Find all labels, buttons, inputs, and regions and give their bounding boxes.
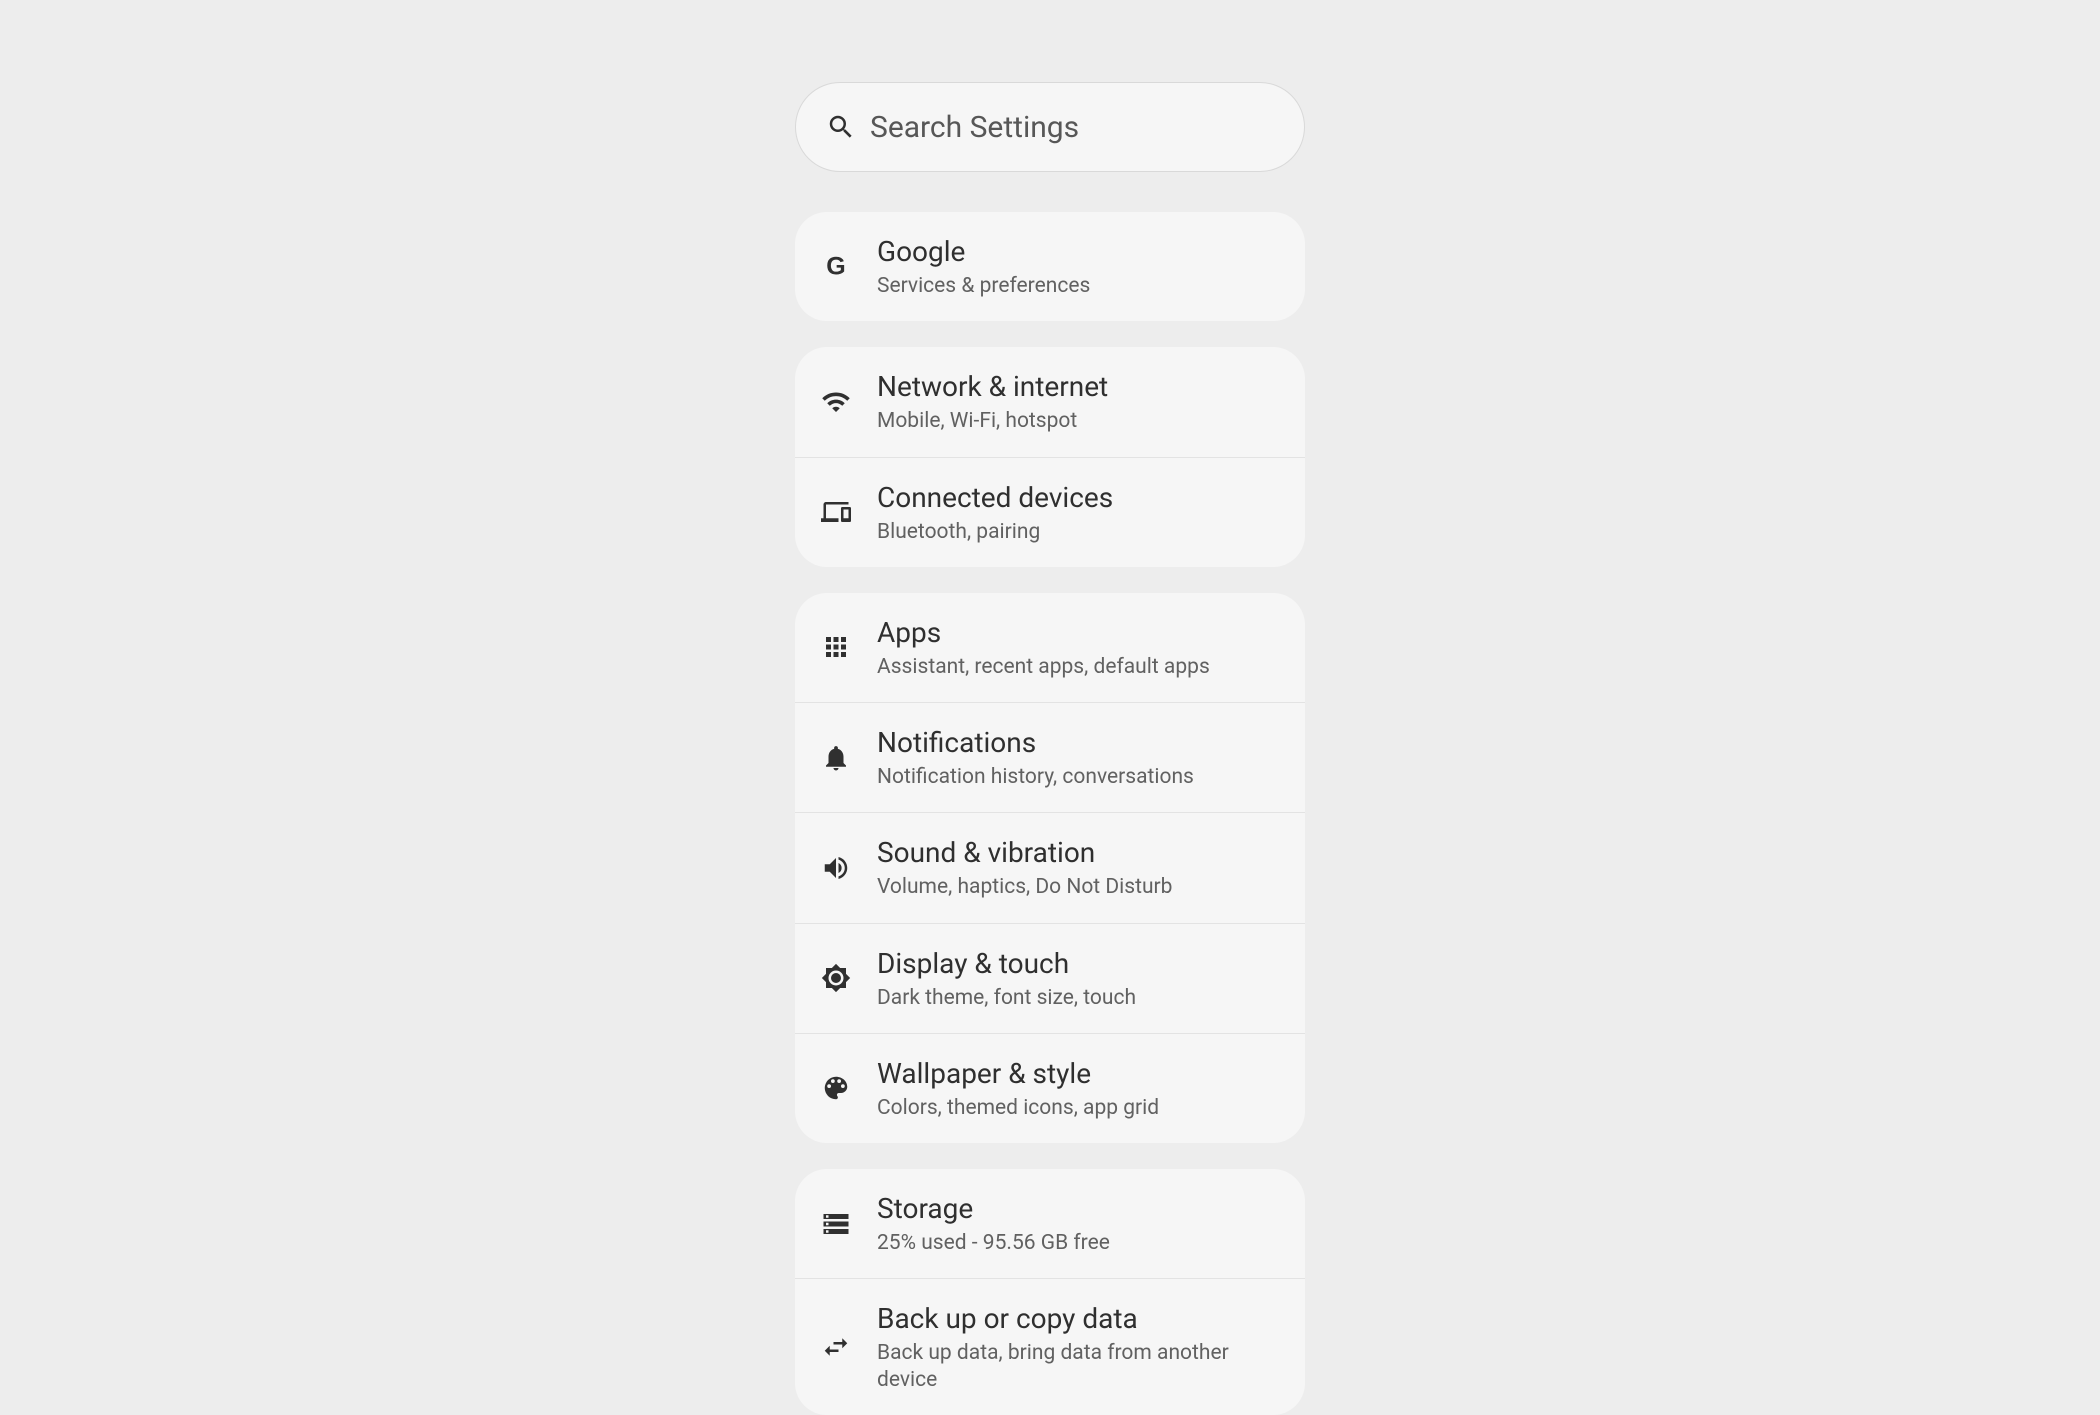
settings-row-storage[interactable]: Storage 25% used - 95.56 GB free [795,1169,1305,1278]
row-subtitle: Volume, haptics, Do Not Disturb [877,874,1172,900]
settings-row-connected[interactable]: Connected devices Bluetooth, pairing [795,457,1305,567]
row-subtitle: Bluetooth, pairing [877,519,1113,545]
settings-row-wallpaper[interactable]: Wallpaper & style Colors, themed icons, … [795,1033,1305,1143]
row-title: Storage [877,1191,1110,1226]
row-title: Back up or copy data [877,1301,1281,1336]
settings-row-sound[interactable]: Sound & vibration Volume, haptics, Do No… [795,812,1305,922]
volume-icon [819,851,853,885]
apps-icon [819,630,853,664]
storage-icon [819,1207,853,1241]
google-icon: G [819,250,853,284]
row-subtitle: Mobile, Wi-Fi, hotspot [877,408,1108,434]
row-title: Display & touch [877,946,1136,981]
row-title: Apps [877,615,1210,650]
row-title: Notifications [877,725,1194,760]
row-subtitle: Back up data, bring data from another de… [877,1340,1281,1393]
settings-group-0: G Google Services & preferences [795,212,1305,321]
row-subtitle: Assistant, recent apps, default apps [877,654,1210,680]
palette-icon [819,1071,853,1105]
devices-icon [819,495,853,529]
settings-row-display[interactable]: Display & touch Dark theme, font size, t… [795,923,1305,1033]
wifi-icon [819,385,853,419]
settings-row-google[interactable]: G Google Services & preferences [795,212,1305,321]
row-subtitle: Dark theme, font size, touch [877,985,1136,1011]
settings-group-2: Apps Assistant, recent apps, default app… [795,593,1305,1143]
row-title: Google [877,234,1090,269]
swap-icon [819,1330,853,1364]
settings-row-backup[interactable]: Back up or copy data Back up data, bring… [795,1278,1305,1415]
row-subtitle: Notification history, conversations [877,764,1194,790]
row-subtitle: 25% used - 95.56 GB free [877,1230,1110,1256]
row-subtitle: Services & preferences [877,273,1090,299]
row-subtitle: Colors, themed icons, app grid [877,1095,1159,1121]
settings-row-network[interactable]: Network & internet Mobile, Wi-Fi, hotspo… [795,347,1305,456]
search-placeholder: Search Settings [870,110,1079,145]
row-title: Connected devices [877,480,1113,515]
settings-row-notifications[interactable]: Notifications Notification history, conv… [795,702,1305,812]
row-title: Wallpaper & style [877,1056,1159,1091]
bell-icon [819,741,853,775]
settings-group-1: Network & internet Mobile, Wi-Fi, hotspo… [795,347,1305,567]
row-title: Network & internet [877,369,1108,404]
svg-text:G: G [826,252,845,280]
search-icon [826,112,856,142]
settings-row-apps[interactable]: Apps Assistant, recent apps, default app… [795,593,1305,702]
settings-screen: Search Settings G Google Services & pref… [795,0,1305,1415]
search-settings-field[interactable]: Search Settings [795,82,1305,172]
brightness-icon [819,961,853,995]
settings-group-3: Storage 25% used - 95.56 GB free Back up… [795,1169,1305,1415]
row-title: Sound & vibration [877,835,1172,870]
